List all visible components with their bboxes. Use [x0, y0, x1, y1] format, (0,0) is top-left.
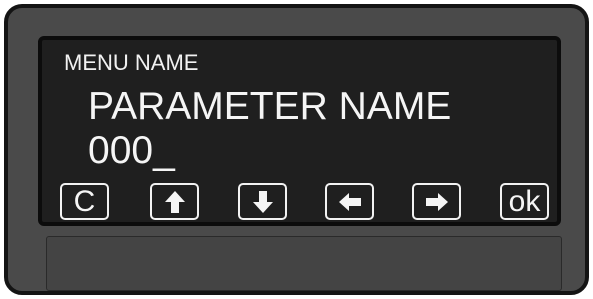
- down-button[interactable]: [238, 183, 287, 220]
- arrow-right-icon: [425, 192, 449, 212]
- up-button[interactable]: [150, 183, 199, 220]
- right-button[interactable]: [412, 183, 461, 220]
- parameter-name-label: PARAMETER NAME: [88, 85, 452, 128]
- ok-button-label: ok: [508, 184, 541, 218]
- panel-meter: MENU NAME PARAMETER NAME 000_ C ok: [0, 0, 593, 299]
- left-button[interactable]: [325, 183, 374, 220]
- label-strip: [46, 236, 562, 291]
- lcd-display: MENU NAME PARAMETER NAME 000_ C ok: [38, 36, 561, 226]
- arrow-down-icon: [252, 190, 274, 214]
- clear-button-label: C: [73, 184, 96, 218]
- menu-name-label: MENU NAME: [64, 50, 199, 75]
- arrow-left-icon: [338, 192, 362, 212]
- arrow-up-icon: [164, 190, 186, 214]
- parameter-value-field: 000_: [88, 129, 175, 172]
- device-bezel: MENU NAME PARAMETER NAME 000_ C ok: [4, 4, 589, 295]
- clear-button[interactable]: C: [60, 183, 109, 220]
- ok-button[interactable]: ok: [500, 183, 549, 220]
